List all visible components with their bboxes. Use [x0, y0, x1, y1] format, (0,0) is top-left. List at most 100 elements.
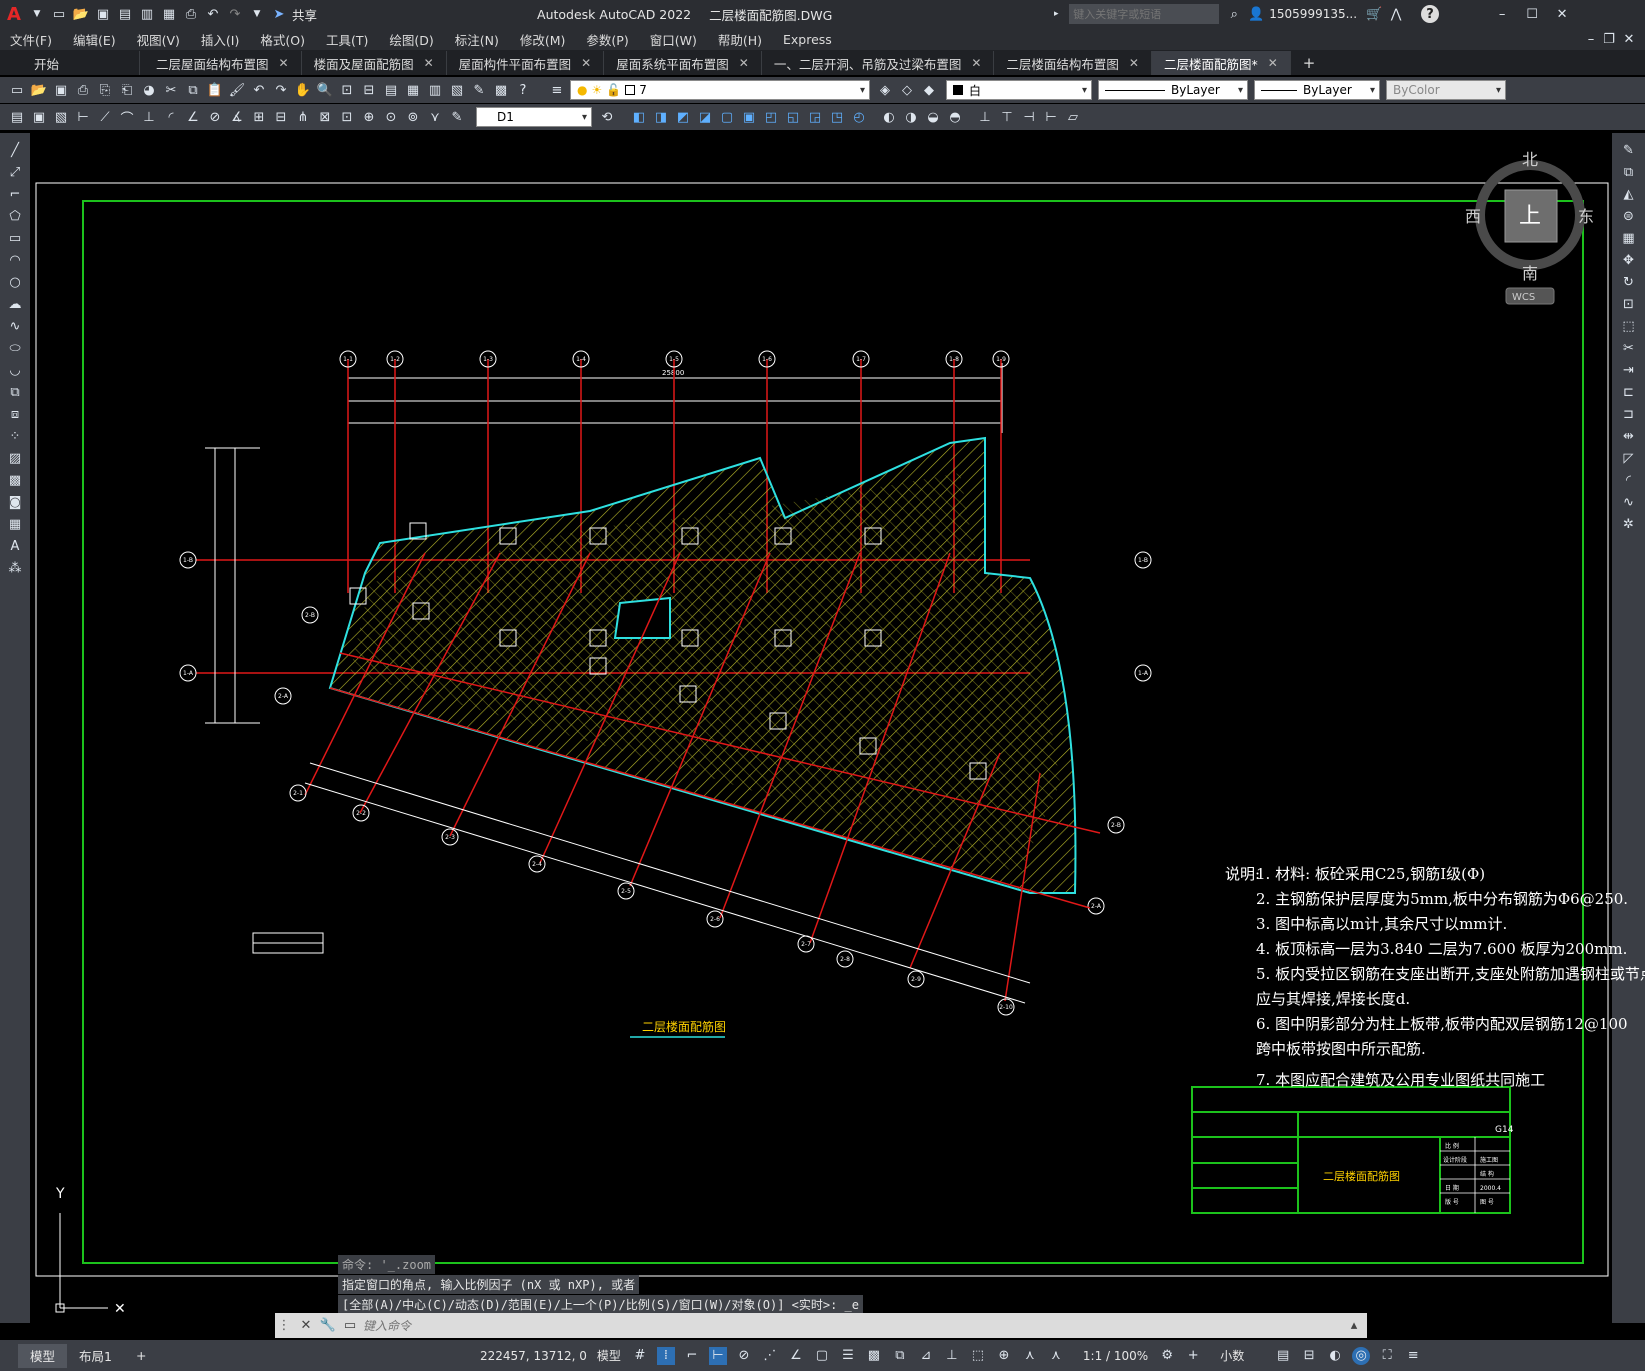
explode-icon[interactable]: ✲ — [1620, 515, 1638, 533]
menu-express[interactable]: Express — [783, 32, 832, 47]
compass-south[interactable]: 南 — [1522, 264, 1538, 283]
menu-view[interactable]: 视图(V) — [137, 30, 180, 49]
dim-break-icon[interactable]: ⊡ — [338, 108, 356, 126]
linetype-dropdown[interactable]: ByLayer — [1098, 80, 1248, 100]
rotate-icon[interactable]: ↻ — [1620, 273, 1638, 291]
paste-icon[interactable]: 📋 — [206, 81, 224, 99]
offset-icon[interactable]: ⊜ — [1620, 207, 1638, 225]
close-icon[interactable]: ✕ — [297, 1317, 315, 1335]
customization-icon[interactable]: ≡ — [1404, 1347, 1422, 1365]
menu-draw[interactable]: 绘图(D) — [389, 30, 433, 49]
circle-icon[interactable]: ○ — [6, 273, 24, 291]
3d-osnap-icon[interactable]: ⊿ — [917, 1347, 935, 1365]
block-icon[interactable]: ▣ — [30, 108, 48, 126]
isolate-objects-icon[interactable]: ◐ — [1326, 1347, 1344, 1365]
dimstyle-dropdown[interactable]: D1 — [476, 107, 592, 127]
tolerance-icon[interactable]: ⊕ — [360, 108, 378, 126]
model-space-toggle[interactable]: 模型 — [597, 1347, 621, 1364]
tab-floor-roof-rebar[interactable]: 楼面及屋面配筋图 ✕ — [302, 51, 447, 75]
grid-icon[interactable]: # — [631, 1347, 649, 1365]
rectangle-icon[interactable]: ▭ — [6, 229, 24, 247]
arc-dim-icon[interactable]: ⌒ — [118, 108, 136, 127]
maximize-icon[interactable]: ☐ — [1523, 5, 1541, 23]
zoom-previous-icon[interactable]: ⊟ — [360, 81, 378, 99]
units-dropdown[interactable]: 小数 — [1220, 1347, 1244, 1364]
visual-style-realistic-icon[interactable]: ◒ — [924, 108, 942, 126]
doc-restore-icon[interactable]: ❐ — [1600, 30, 1618, 48]
annotation-monitor-icon[interactable]: + — [1184, 1347, 1202, 1365]
array-icon[interactable]: ▦ — [1620, 229, 1638, 247]
open-file-icon[interactable]: 📂 — [72, 5, 90, 23]
tab-start[interactable]: 开始 — [0, 51, 140, 75]
add-layout-button[interactable]: + — [124, 1344, 158, 1368]
layer-dropdown[interactable]: ● ☀ 🔓 7 — [570, 80, 870, 100]
insert-icon[interactable]: ▧ — [52, 108, 70, 126]
aligned-dim-icon[interactable]: ⟋ — [96, 108, 114, 126]
menu-format[interactable]: 格式(O) — [260, 30, 305, 49]
web-save-icon[interactable]: ▥ — [138, 5, 156, 23]
menu-modify[interactable]: 修改(M) — [520, 30, 566, 49]
sun-icon[interactable]: ☀ — [591, 83, 602, 97]
camera-icon[interactable]: ◴ — [850, 108, 868, 126]
ucs-icon[interactable]: ⊥ — [976, 108, 994, 126]
copy-object-icon[interactable]: ⧉ — [1620, 163, 1638, 181]
calculator-icon[interactable]: ▩ — [492, 81, 510, 99]
doc-minimize-icon[interactable]: – — [1582, 30, 1600, 48]
menu-tools[interactable]: 工具(T) — [326, 30, 368, 49]
cut-icon[interactable]: ✂ — [162, 81, 180, 99]
publish-icon[interactable]: ⎗ — [118, 81, 136, 99]
chamfer-icon[interactable]: ◸ — [1620, 449, 1638, 467]
layer-state-icon[interactable]: ◆ — [920, 81, 938, 99]
mirror-icon[interactable]: ◭ — [1620, 185, 1638, 203]
close-icon[interactable]: ✕ — [581, 56, 591, 70]
extend-icon[interactable]: ⇥ — [1620, 361, 1638, 379]
ordinate-dim-icon[interactable]: ⊥ — [140, 108, 158, 126]
menu-edit[interactable]: 编辑(E) — [73, 30, 116, 49]
region-icon[interactable]: ◙ — [6, 493, 24, 511]
layer-properties-icon[interactable]: ≡ — [548, 81, 566, 99]
user-icon[interactable]: 👤 — [1247, 5, 1265, 23]
redo-icon[interactable]: ↷ — [272, 81, 290, 99]
close-icon[interactable]: ✕ — [1129, 56, 1139, 70]
graphics-performance-icon[interactable]: ◎ — [1352, 1346, 1371, 1365]
layer-previous-icon[interactable]: ◇ — [898, 81, 916, 99]
ucs-world-icon[interactable]: ⊤ — [998, 108, 1016, 126]
break-icon[interactable]: ⊐ — [1620, 405, 1638, 423]
undo-icon[interactable]: ↶ — [250, 81, 268, 99]
tab-floor-rebar[interactable]: 二层楼面配筋图* ✕ — [1151, 51, 1291, 75]
properties-icon[interactable]: ▤ — [382, 81, 400, 99]
tool-palettes-icon[interactable]: ▥ — [426, 81, 444, 99]
ucs-face-icon[interactable]: ⊢ — [1042, 108, 1060, 126]
polar-icon[interactable]: ⊘ — [735, 1347, 753, 1365]
erase-icon[interactable]: ✎ — [1620, 141, 1638, 159]
close-icon[interactable]: ✕ — [424, 56, 434, 70]
import-icon[interactable]: ▦ — [160, 5, 178, 23]
lightbulb-icon[interactable]: ● — [577, 83, 587, 97]
blend-curves-icon[interactable]: ∿ — [1620, 493, 1638, 511]
coordinates-readout[interactable]: 222457, 13712, 0 — [480, 1349, 587, 1363]
lock-icon[interactable]: 🔓 — [606, 83, 621, 97]
plot-icon[interactable]: ⎙ — [74, 81, 92, 99]
lineweight-icon[interactable]: ☰ — [839, 1347, 857, 1365]
compass-north[interactable]: 北 — [1522, 150, 1538, 169]
visual-style-2d-icon[interactable]: ◐ — [880, 108, 898, 126]
share-button[interactable]: 共享 — [292, 5, 317, 24]
linear-dim-icon[interactable]: ⊢ — [74, 108, 92, 126]
open-icon[interactable]: 📂 — [30, 81, 48, 99]
move-icon[interactable]: ✥ — [1620, 251, 1638, 269]
color-dropdown[interactable]: 白 — [946, 80, 1092, 100]
tab-layout1[interactable]: 布局1 — [67, 1344, 124, 1368]
view-sw-icon[interactable]: ◰ — [762, 108, 780, 126]
visual-style-3d-icon[interactable]: ◑ — [902, 108, 920, 126]
chevron-right-icon[interactable]: ▸ — [1047, 5, 1065, 23]
make-current-layer-icon[interactable]: ◈ — [876, 81, 894, 99]
quick-dim-icon[interactable]: ⊞ — [250, 108, 268, 126]
command-line[interactable]: ⋮ ✕ 🔧 ▭ ▴ — [275, 1313, 1367, 1338]
continue-dim-icon[interactable]: ⋔ — [294, 108, 312, 126]
drawing-canvas[interactable]: 25800 1-1 1-2 1-3 1-4 1-5 1-6 1-7 1-8 1-… — [30, 133, 1645, 1323]
radius-dim-icon[interactable]: ◜ — [162, 108, 180, 126]
user-name[interactable]: 1505999135... — [1269, 7, 1357, 21]
clean-screen-icon[interactable]: ⛶ — [1378, 1347, 1396, 1365]
dim-space-icon[interactable]: ⊠ — [316, 108, 334, 126]
object-snap-tracking-icon[interactable]: ∠ — [787, 1347, 805, 1365]
